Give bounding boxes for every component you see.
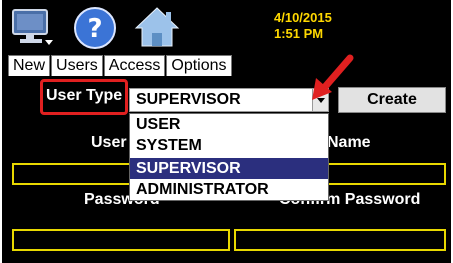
date-text: 4/10/2015 [274,10,332,25]
hmi-screen: ? 4/10/2015 1:51 PM New Users Access Opt… [2,0,451,263]
confirm-password-field[interactable] [234,229,446,251]
user-type-label: User Type [46,87,123,104]
tab-bar: New Users Access Options [8,55,233,77]
red-arrow-icon [312,54,354,100]
create-button[interactable]: Create [338,87,446,113]
user-type-select[interactable]: SUPERVISOR [129,88,329,112]
dropdown-option-administrator[interactable]: ADMINISTRATOR [130,179,328,200]
tab-access[interactable]: Access [103,55,166,76]
dropdown-option-system[interactable]: SYSTEM [130,135,328,156]
svg-text:?: ? [87,14,102,44]
user-label: User [91,134,127,151]
time-text: 1:51 PM [274,26,324,41]
tab-users[interactable]: Users [51,55,103,76]
dropdown-option-supervisor[interactable]: SUPERVISOR [130,158,328,179]
tab-options[interactable]: Options [166,55,232,76]
help-icon[interactable]: ? [73,6,117,50]
password-field[interactable] [12,229,230,251]
user-type-select-value: SUPERVISOR [136,91,241,108]
tab-new[interactable]: New [8,55,51,76]
home-icon[interactable] [134,6,180,48]
name-label: Name [327,134,371,151]
dropdown-option-user[interactable]: USER [130,114,328,135]
top-bar: ? 4/10/2015 1:51 PM [2,0,451,54]
user-type-dropdown-list: USER SYSTEM SUPERVISOR ADMINISTRATOR [129,113,329,201]
monitor-icon[interactable] [12,8,54,46]
date-time: 4/10/2015 1:51 PM [274,10,332,42]
